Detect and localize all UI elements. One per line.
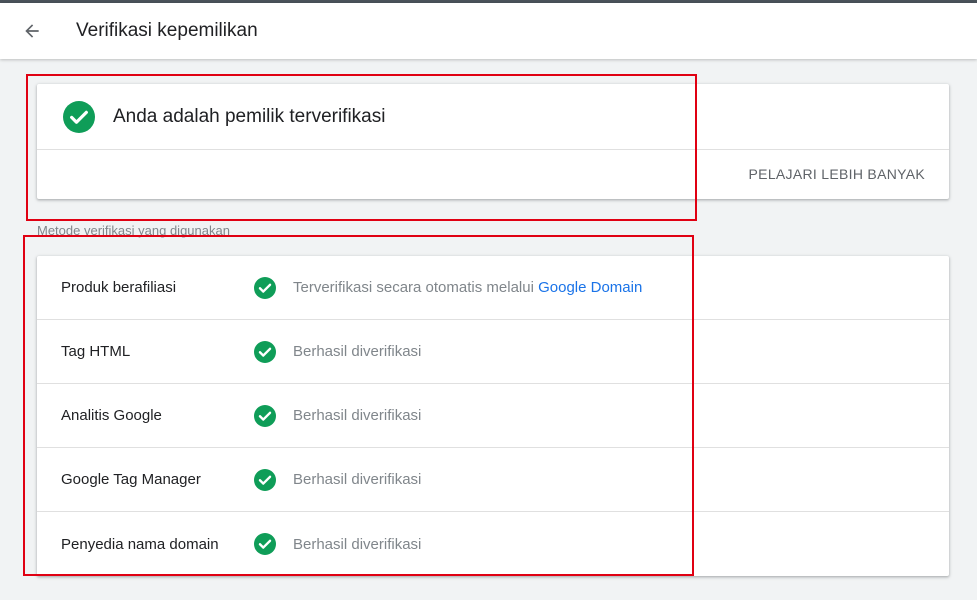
method-status: Terverifikasi secara otomatis melalui Go… xyxy=(293,279,642,296)
method-row-google-analytics: Analitis Google Berhasil diverifikasi xyxy=(37,384,949,448)
method-status-text: Terverifikasi secara otomatis melalui xyxy=(293,279,534,296)
verification-methods-card: Produk berafiliasi Terverifikasi secara … xyxy=(37,256,949,576)
check-circle-icon xyxy=(254,276,276,299)
method-status: Berhasil diverifikasi xyxy=(293,471,422,488)
learn-more-button[interactable]: PELAJARI LEBIH BANYAK xyxy=(749,166,925,182)
method-row-affiliated-product: Produk berafiliasi Terverifikasi secara … xyxy=(37,256,949,320)
method-row-google-tag-manager: Google Tag Manager Berhasil diverifikasi xyxy=(37,448,949,512)
check-circle-icon xyxy=(63,100,95,133)
arrow-back-icon xyxy=(25,24,39,38)
status-message: Anda adalah pemilik terverifikasi xyxy=(113,105,386,127)
app-header: Verifikasi kepemilikan xyxy=(0,3,977,59)
google-domain-link[interactable]: Google Domain xyxy=(538,279,642,296)
method-name: Analitis Google xyxy=(61,407,162,424)
method-row-domain-name-provider: Penyedia nama domain Berhasil diverifika… xyxy=(37,512,949,576)
method-status: Berhasil diverifikasi xyxy=(293,343,422,360)
method-name: Google Tag Manager xyxy=(61,471,201,488)
method-row-html-tag: Tag HTML Berhasil diverifikasi xyxy=(37,320,949,384)
back-button[interactable] xyxy=(20,19,44,43)
method-name: Produk berafiliasi xyxy=(61,279,177,296)
page-title: Verifikasi kepemilikan xyxy=(76,20,258,41)
status-header: Anda adalah pemilik terverifikasi xyxy=(37,84,949,150)
check-circle-icon xyxy=(254,533,276,555)
check-circle-icon xyxy=(254,404,276,427)
check-circle-icon xyxy=(254,340,276,363)
method-name: Tag HTML xyxy=(61,343,131,360)
method-status: Berhasil diverifikasi xyxy=(293,535,422,553)
verification-status-card: Anda adalah pemilik terverifikasi PELAJA… xyxy=(37,84,949,199)
methods-section-label: Metode verifikasi yang digunakan xyxy=(37,223,230,238)
method-name: Penyedia nama domain xyxy=(61,535,219,553)
method-status: Berhasil diverifikasi xyxy=(293,407,422,424)
check-circle-icon xyxy=(254,468,276,491)
